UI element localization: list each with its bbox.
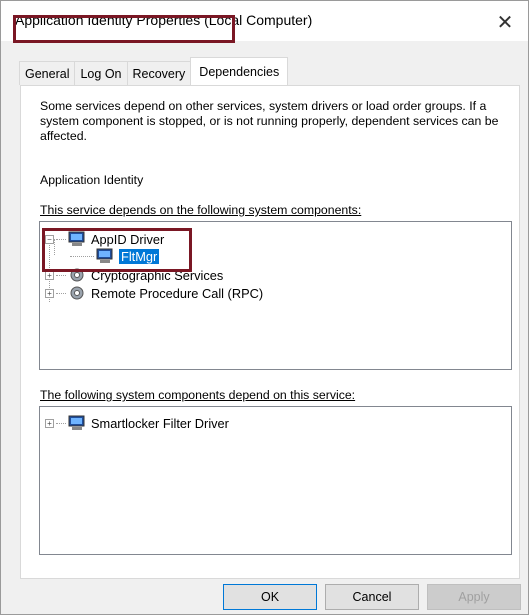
tree-node-label: Remote Procedure Call (RPC) bbox=[91, 285, 264, 301]
expand-icon[interactable]: + bbox=[45, 288, 54, 298]
depends-on-label: This service depends on the following sy… bbox=[40, 203, 361, 217]
tab-dependencies[interactable]: Dependencies bbox=[190, 57, 289, 85]
close-button[interactable]: ✕ bbox=[488, 7, 522, 37]
gear-icon bbox=[70, 286, 84, 300]
ok-button[interactable]: OK bbox=[223, 584, 317, 610]
properties-dialog: Application Identity Properties (Local C… bbox=[0, 0, 529, 615]
tab-log-on[interactable]: Log On bbox=[74, 61, 128, 85]
tab-general[interactable]: General bbox=[19, 61, 76, 85]
annotation-box-tree bbox=[42, 228, 192, 272]
tab-recovery[interactable]: Recovery bbox=[126, 61, 192, 85]
expand-icon[interactable]: + bbox=[45, 418, 54, 428]
tree-node-label: Smartlocker Filter Driver bbox=[91, 415, 229, 431]
tree-node-smartlocker-filter-driver[interactable]: + Smartlocker Filter Driver bbox=[45, 414, 229, 432]
service-name: Application Identity bbox=[40, 173, 144, 187]
tree-node-rpc[interactable]: + Remote Procedure Call (RPC) bbox=[45, 284, 263, 302]
cancel-button[interactable]: Cancel bbox=[325, 584, 419, 610]
apply-button[interactable]: Apply bbox=[427, 584, 521, 610]
computer-icon bbox=[68, 415, 85, 430]
close-icon: ✕ bbox=[496, 11, 514, 34]
tab-strip: General Log On Recovery Dependencies bbox=[19, 57, 289, 86]
dependents-label-text: The following system components depend o… bbox=[40, 388, 356, 402]
depends-on-label-text: This service depends on the following sy… bbox=[40, 203, 362, 217]
dependencies-description: Some services depend on other services, … bbox=[40, 99, 499, 143]
annotation-box-title bbox=[13, 15, 235, 43]
dependents-label: The following system components depend o… bbox=[40, 388, 355, 402]
dependents-tree[interactable]: + Smartlocker Filter Driver bbox=[39, 406, 512, 555]
